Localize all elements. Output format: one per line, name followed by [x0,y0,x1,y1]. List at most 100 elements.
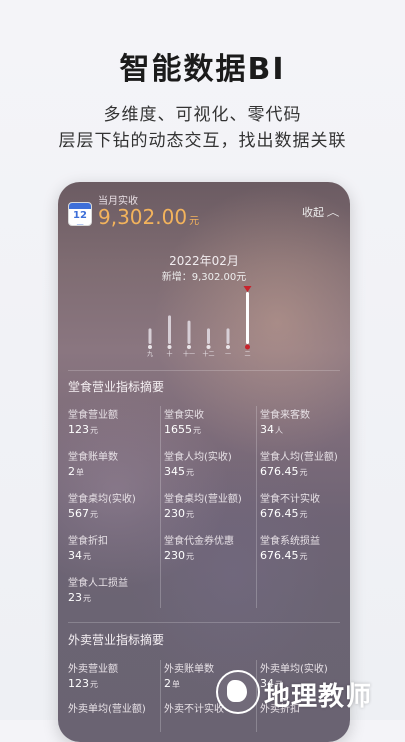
metric-label: 堂食不计实收 [260,494,320,505]
revenue-unit: 元 [189,216,200,227]
metric-label: 堂食桌均(实收) [68,494,136,505]
chart-point [167,345,172,349]
collapse-button[interactable]: 收起 ︿ [302,204,340,220]
metric-number: 230 [164,507,185,520]
divider [68,370,340,371]
chart-tick-label: 九 [147,350,153,358]
metric-unit: 人 [275,426,283,435]
watermark-text: 地理教师 [264,682,373,712]
metric-label: 堂食人均(实收) [164,452,232,463]
metric-label: 堂食账单数 [68,452,118,463]
metric-cell[interactable]: 堂食桌均(营业额) 230元 [164,490,256,520]
metric-value: 1655元 [164,423,256,436]
chart-bar[interactable] [148,328,152,344]
hero-title: 智能数据BI [119,52,286,87]
metric-cell[interactable]: 外卖营业额 123元 [68,660,160,690]
metric-unit: 元 [186,552,194,561]
divider [68,622,340,623]
revenue-amount: 9,302.00 [98,205,188,229]
metric-value: 34元 [68,549,160,562]
metric-cell[interactable]: 堂食实收 1655元 [164,406,256,436]
calendar-day: 12月 [73,210,87,221]
metric-cell[interactable]: 堂食代金券优惠 230元 [164,532,256,562]
monthly-bar-chart[interactable]: 九 十 十一 十二 一 二 [138,282,268,362]
metric-cell[interactable]: 堂食系统损益 676.45元 [260,532,350,562]
metric-label: 堂食实收 [164,410,204,421]
hero-subtitle-2: 层层下钻的动态交互，找出数据关联 [58,131,347,151]
chart-tick-label: 二 [244,351,250,358]
metric-cell[interactable]: 堂食折扣 34元 [68,532,160,562]
metric-label: 堂食代金券优惠 [164,536,234,547]
metric-unit: 元 [299,468,308,477]
metric-value: 2单 [68,465,160,478]
chart-tick-label: 一 [225,351,231,358]
metric-label: 堂食营业额 [68,410,118,421]
metric-unit: 元 [83,552,91,561]
revenue-summary: 12月 当月实收 9,302.00元 收起︿ [68,194,340,229]
chart-bar[interactable] [168,315,171,344]
metric-number: 2 [68,465,75,478]
metric-cell[interactable]: 堂食不计实收 676.45元 [260,490,350,520]
metric-number: 676.45 [260,507,299,520]
chart-added: 新增：9,302.00元 [161,272,247,283]
metric-label: 堂食人工损益 [68,578,128,589]
metric-cell[interactable]: 堂食人均(实收) 345元 [164,448,256,478]
metric-unit: 元 [186,468,194,477]
calendar-icon[interactable]: 12月 [68,202,92,226]
metric-number: 123 [68,423,89,436]
dine-in-title: 堂食营业指标摘要 [68,380,165,394]
metric-cell[interactable]: 堂食账单数 2单 [68,448,160,478]
metric-number: 123 [68,677,89,690]
chart-point [245,344,250,350]
column-separator [160,406,161,608]
metric-unit: 元 [193,426,201,435]
metric-unit: 元 [83,594,91,603]
metric-number: 345 [164,465,185,478]
chart-bar[interactable] [246,292,249,344]
metric-number: 676.45 [260,549,299,562]
metric-cell[interactable]: 堂食营业额 123元 [68,406,160,436]
chart-tick-label: 十 [166,350,172,358]
chart-bar[interactable] [226,328,230,344]
chart-bar[interactable] [207,328,210,344]
chart-point [148,345,152,349]
collapse-label: 收起 [302,206,324,219]
metric-value: 23元 [68,591,160,604]
chevron-up-icon: ︿ [326,208,340,219]
metric-cell[interactable]: 外卖单均(营业额) [68,700,160,730]
metric-value: 123元 [68,677,160,690]
metric-value: 123元 [68,423,160,436]
metric-label: 堂食人均(营业额) [260,452,338,463]
chart-point [226,345,230,349]
column-separator [256,406,257,608]
metric-number: 230 [164,549,185,562]
metric-unit: 元 [90,680,98,689]
metric-cell[interactable]: 堂食人均(营业额) 676.45元 [260,448,350,478]
dine-in-metrics-grid: 堂食营业额 123元 堂食实收 1655元 堂食来客数 34人 堂食账单数 2单 堂食人均(实收… [68,406,340,616]
chart-bar[interactable] [187,320,191,344]
metric-number: 34 [260,423,274,436]
metric-number: 567 [68,507,89,520]
metric-unit: 元 [186,510,194,519]
metric-unit: 单 [172,680,180,689]
metric-value: 676.45元 [260,549,350,562]
globe-icon [216,670,260,714]
metric-unit: 元 [299,510,308,519]
metric-cell[interactable]: 堂食桌均(实收) 567元 [68,490,160,520]
metric-value: 34人 [260,423,350,436]
metric-cell[interactable]: 堂食人工损益 23元 [68,574,160,604]
metric-label: 堂食系统损益 [260,536,320,547]
metric-cell[interactable]: 堂食来客数 34人 [260,406,350,436]
watermark-logo: 地理教师 [208,666,405,720]
monthly-revenue-value: 9,302.00 元 [98,205,199,229]
metric-label: 堂食桌均(营业额) [164,494,242,505]
phone-screen: 12月 当月实收 9,302.00元 收起︿ 2022年02月 新增：9,302… [58,182,350,742]
chart-point [187,345,191,349]
metric-label: 外卖单均(营业额) [68,704,146,715]
metric-value: 676.45元 [260,465,350,478]
metric-number: 1655 [164,423,192,436]
metric-label: 外卖营业额 [68,664,118,675]
metric-value: 345元 [164,465,256,478]
selected-marker-icon [243,286,252,292]
metric-label: 堂食来客数 [260,410,310,421]
